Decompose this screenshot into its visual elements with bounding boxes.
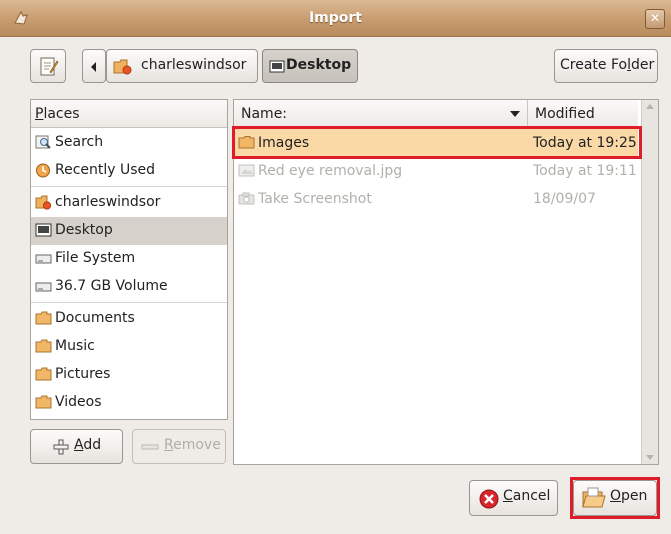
folder-icon: [35, 339, 52, 353]
file-name: Red eye removal.jpg: [258, 163, 403, 179]
minus-icon: [141, 444, 159, 450]
name-column-label: Name:: [241, 106, 288, 122]
drive-icon: [35, 254, 52, 264]
chevron-left-icon: [91, 62, 96, 72]
scroll-up-icon: [646, 104, 654, 109]
modified-column-header[interactable]: Modified: [528, 100, 638, 127]
modified-column-label: Modified: [535, 106, 595, 122]
place-pictures[interactable]: Pictures: [31, 361, 227, 389]
cancel-button[interactable]: Cancel: [469, 480, 558, 516]
place-videos[interactable]: Videos: [31, 389, 227, 417]
type-location-button[interactable]: [30, 49, 66, 83]
highlight-open-button: [570, 477, 660, 519]
place-label: Search: [55, 134, 104, 150]
places-header-label: Places: [35, 106, 80, 122]
places-separator: [31, 302, 227, 303]
create-folder-label: Create Folder: [560, 57, 655, 73]
places-panel: Places Search Recently Used charleswinds…: [30, 99, 228, 420]
place-label: Documents: [55, 310, 135, 326]
files-scrollbar[interactable]: [641, 100, 658, 464]
title-bar[interactable]: Import ✕: [0, 0, 671, 37]
places-header: Places: [31, 100, 227, 128]
add-bookmark-button[interactable]: Add: [30, 429, 123, 464]
import-dialog: Import ✕ charleswindsor Desktop Create F…: [0, 0, 671, 534]
place-charleswindsor[interactable]: charleswindsor: [31, 189, 227, 217]
close-button[interactable]: ✕: [645, 9, 665, 29]
camera-icon: [238, 192, 255, 205]
place-recently-used[interactable]: Recently Used: [31, 157, 227, 185]
place-music[interactable]: Music: [31, 333, 227, 361]
place-volume[interactable]: 36.7 GB Volume: [31, 273, 227, 301]
file-modified: 18/09/07: [533, 191, 596, 207]
place-label: Desktop: [55, 222, 113, 238]
folder-icon: [35, 367, 52, 381]
remove-label: Remove: [164, 437, 221, 453]
desktop-icon: [269, 60, 285, 73]
recent-icon: [36, 163, 50, 178]
image-file-icon: [238, 164, 255, 177]
place-file-system[interactable]: File System: [31, 245, 227, 273]
folder-icon: [35, 311, 52, 325]
create-folder-button[interactable]: Create Folder: [554, 49, 658, 83]
place-label: Videos: [55, 394, 102, 410]
file-row-take-screenshot[interactable]: Take Screenshot 18/09/07: [234, 185, 638, 213]
name-column-header[interactable]: Name:: [234, 100, 528, 127]
drive-icon: [35, 282, 52, 292]
home-folder-icon: [35, 195, 52, 210]
path-scroll-left-button[interactable]: [82, 49, 106, 83]
path-button-label: Desktop: [286, 57, 352, 73]
home-folder-icon: [113, 59, 132, 75]
place-search[interactable]: Search: [31, 129, 227, 157]
close-icon: ✕: [649, 11, 661, 25]
plus-icon: [53, 439, 69, 455]
remove-bookmark-button[interactable]: Remove: [132, 429, 226, 464]
cancel-label: Cancel: [503, 488, 551, 504]
path-button-desktop[interactable]: Desktop: [262, 49, 358, 83]
edit-location-icon: [40, 57, 59, 76]
file-row-red-eye-removal[interactable]: Red eye removal.jpg Today at 19:11: [234, 157, 638, 185]
file-modified: Today at 19:11: [533, 163, 637, 179]
place-documents[interactable]: Documents: [31, 305, 227, 333]
place-label: Pictures: [55, 366, 111, 382]
window-title: Import: [308, 10, 363, 26]
place-label: 36.7 GB Volume: [55, 278, 168, 294]
path-button-label: charleswindsor: [141, 57, 247, 73]
highlight-selected-row: [232, 126, 642, 159]
desktop-icon: [35, 223, 52, 237]
places-separator: [31, 186, 227, 187]
cancel-icon: [479, 489, 499, 509]
scroll-down-icon: [646, 455, 654, 460]
place-label: File System: [55, 250, 136, 266]
place-desktop[interactable]: Desktop: [31, 217, 227, 245]
path-button-charleswindsor[interactable]: charleswindsor: [106, 49, 258, 83]
folder-icon: [35, 395, 52, 409]
files-header: Name: Modified: [234, 100, 638, 128]
place-label: Recently Used: [55, 162, 156, 178]
sort-descending-icon: [510, 111, 520, 117]
place-label: charleswindsor: [55, 194, 161, 210]
add-label: Add: [74, 437, 102, 453]
search-icon: [35, 135, 51, 149]
file-name: Take Screenshot: [258, 191, 372, 207]
place-label: Music: [55, 338, 95, 354]
